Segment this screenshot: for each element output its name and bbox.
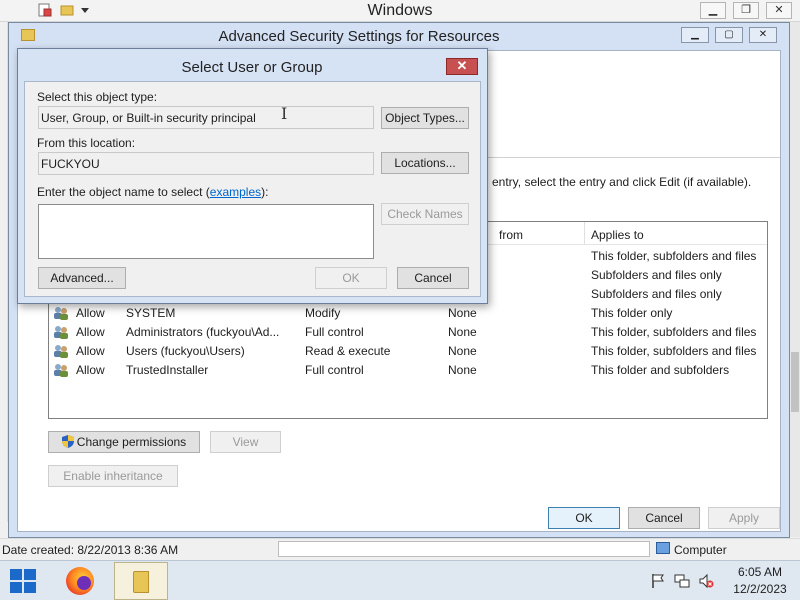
close-button[interactable]: ✕ xyxy=(749,27,777,43)
object-type-label: Select this object type: xyxy=(37,90,158,104)
check-names-button[interactable]: Check Names xyxy=(381,203,469,225)
object-name-label-suffix: ): xyxy=(261,185,269,199)
folder-icon xyxy=(133,571,149,593)
computer-icon xyxy=(656,542,670,554)
object-name-label: Enter the object name to select (example… xyxy=(37,185,268,199)
apply-button[interactable]: Apply xyxy=(708,507,780,529)
status-field xyxy=(278,541,650,557)
taskbar: 6:05 AM 12/2/2023 xyxy=(0,560,800,600)
applies-to-cell: This folder, subfolders and files xyxy=(591,344,757,358)
flag-icon[interactable] xyxy=(650,573,666,589)
applies-to-cell: Subfolders and files only xyxy=(591,268,722,282)
column-header-inherited-from[interactable]: from xyxy=(499,228,523,242)
principal-cell: TrustedInstaller xyxy=(126,363,209,377)
firefox-icon xyxy=(66,567,94,595)
firefox-taskbar-button[interactable] xyxy=(62,565,98,597)
start-button[interactable] xyxy=(10,569,36,593)
uac-shield-icon xyxy=(61,435,74,448)
examples-link[interactable]: examples xyxy=(210,185,261,199)
minimize-button[interactable]: ▁ xyxy=(700,2,726,19)
access-cell: Full control xyxy=(305,325,364,339)
object-types-button[interactable]: Object Types... xyxy=(381,107,469,129)
navigation-pane xyxy=(0,22,8,522)
table-row[interactable]: Allow TrustedInstaller Full control None… xyxy=(49,361,767,380)
table-row[interactable]: Allow Administrators (fuckyou\Ad... Full… xyxy=(49,323,767,342)
status-bar: Date created: 8/22/2013 8:36 AM Computer xyxy=(0,538,800,560)
advanced-security-title: Advanced Security Settings for Resources xyxy=(218,28,500,45)
change-permissions-button[interactable]: Change permissions xyxy=(48,431,200,453)
advanced-security-titlebar: Advanced Security Settings for Resources… xyxy=(9,23,789,50)
change-permissions-label: Change permissions xyxy=(76,435,187,449)
inherited-from-cell: None xyxy=(448,344,477,358)
text-cursor-icon: I xyxy=(281,104,288,123)
location-label: From this location: xyxy=(37,136,136,150)
object-type-field: User, Group, or Built-in security princi… xyxy=(38,106,374,129)
type-cell: Allow xyxy=(76,325,105,339)
instruction-text: entry, select the entry and click Edit (… xyxy=(492,175,752,189)
table-row[interactable]: Allow Users (fuckyou\Users) Read & execu… xyxy=(49,342,767,361)
cancel-button[interactable]: Cancel xyxy=(628,507,700,529)
dialog-body: Select this object type: User, Group, or… xyxy=(24,81,481,297)
status-location: Computer xyxy=(674,543,727,557)
file-explorer-taskbar-button[interactable] xyxy=(114,562,168,600)
maximize-button[interactable]: ▢ xyxy=(715,27,743,43)
dialog-title: Select User or Group xyxy=(181,59,323,76)
locations-button[interactable]: Locations... xyxy=(381,152,469,174)
location-field: FUCKYOU xyxy=(38,152,374,175)
close-button[interactable]: ✕ xyxy=(446,58,478,75)
principal-cell: Administrators (fuckyou\Ad... xyxy=(126,325,280,339)
object-name-input[interactable] xyxy=(38,204,374,259)
view-button[interactable]: View xyxy=(210,431,281,453)
advanced-button[interactable]: Advanced... xyxy=(38,267,126,289)
access-cell: Modify xyxy=(305,306,341,320)
applies-to-cell: Subfolders and files only xyxy=(591,287,722,301)
scrollbar-thumb[interactable] xyxy=(791,352,799,412)
scrollbar[interactable] xyxy=(790,22,800,537)
applies-to-cell: This folder only xyxy=(591,306,673,320)
type-cell: Allow xyxy=(76,344,105,358)
principal-cell: Users (fuckyou\Users) xyxy=(126,344,245,358)
applies-to-cell: This folder and subfolders xyxy=(591,363,730,377)
minimize-button[interactable]: ▁ xyxy=(681,27,709,43)
network-icon[interactable] xyxy=(674,573,690,589)
users-icon xyxy=(54,326,68,339)
principal-cell: SYSTEM xyxy=(126,306,176,320)
status-date-created: Date created: 8/22/2013 8:36 AM xyxy=(2,543,179,557)
speaker-muted-icon[interactable] xyxy=(698,573,714,589)
inherited-from-cell: None xyxy=(448,325,477,339)
column-separator xyxy=(584,222,585,244)
close-button[interactable]: ✕ xyxy=(766,2,792,19)
restore-button[interactable]: ❐ xyxy=(733,2,759,19)
type-cell: Allow xyxy=(76,363,105,377)
users-icon xyxy=(54,364,68,377)
explorer-titlebar: Windows ▁ ❐ ✕ xyxy=(0,0,800,22)
applies-to-cell: This folder, subfolders and files xyxy=(591,325,757,339)
clock-date[interactable]: 12/2/2023 xyxy=(720,582,800,596)
ok-button[interactable]: OK xyxy=(548,507,620,529)
applies-to-cell: This folder, subfolders and files xyxy=(591,249,757,263)
cancel-button[interactable]: Cancel xyxy=(397,267,469,289)
enable-inheritance-button[interactable]: Enable inheritance xyxy=(48,465,178,487)
object-name-label-prefix: Enter the object name to select ( xyxy=(37,185,210,199)
ok-button[interactable]: OK xyxy=(315,267,387,289)
column-header-applies-to[interactable]: Applies to xyxy=(591,228,644,242)
inherited-from-cell: None xyxy=(448,363,477,377)
users-icon xyxy=(54,345,68,358)
clock-time[interactable]: 6:05 AM xyxy=(720,565,800,579)
inherited-from-cell: None xyxy=(448,306,477,320)
explorer-title: Windows xyxy=(367,2,433,19)
users-icon xyxy=(54,307,68,320)
access-cell: Read & execute xyxy=(305,344,391,358)
access-cell: Full control xyxy=(305,363,364,377)
table-row[interactable]: Allow SYSTEM Modify None This folder onl… xyxy=(49,304,767,323)
type-cell: Allow xyxy=(76,306,105,320)
select-user-or-group-dialog: Select User or Group ✕ Select this objec… xyxy=(17,48,488,304)
